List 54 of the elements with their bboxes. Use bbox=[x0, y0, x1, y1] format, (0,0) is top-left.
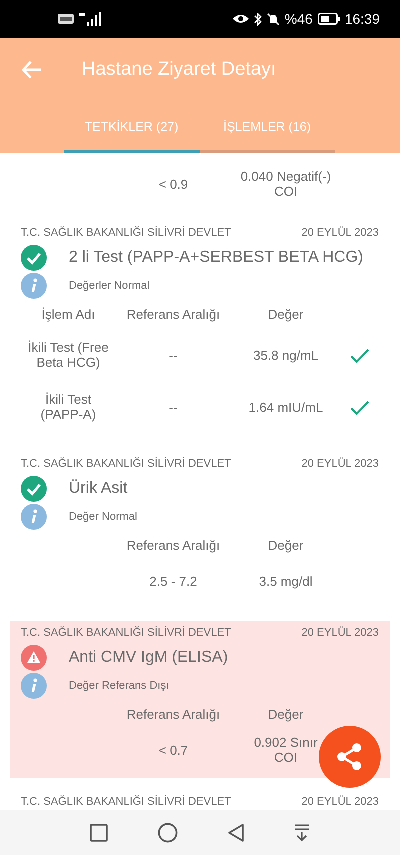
clock: 16:39 bbox=[344, 11, 380, 27]
tab[interactable]: İŞLEMLER (16) bbox=[200, 112, 335, 153]
column-header: Değer bbox=[267, 308, 305, 322]
test-item-name: İkili Test (Free Beta HCG) bbox=[27, 341, 110, 371]
column-header: Değer bbox=[267, 708, 305, 722]
reference-value: 2.5 - 7.2 bbox=[148, 574, 198, 590]
status-note: Değer Referans Dışı bbox=[69, 680, 170, 692]
share-icon bbox=[337, 743, 363, 771]
info-icon bbox=[21, 504, 47, 530]
reference-value: -- bbox=[168, 348, 179, 364]
warning-icon bbox=[21, 645, 47, 671]
recents-icon[interactable] bbox=[90, 824, 108, 842]
info-icon bbox=[21, 673, 47, 699]
reference-value: -- bbox=[168, 400, 179, 416]
result-date: 20 EYLÜL 2023 bbox=[302, 796, 379, 808]
tab[interactable]: TETKİKLER (27) bbox=[64, 112, 200, 153]
reference-value: < 0.9 bbox=[158, 178, 190, 192]
back-icon[interactable] bbox=[228, 824, 244, 842]
screen-title: Hastane Ziyaret Detayı bbox=[82, 59, 276, 81]
check-circle-icon bbox=[21, 245, 47, 271]
bluetooth-icon bbox=[254, 12, 262, 26]
column-header: İşlem Adı bbox=[40, 308, 96, 322]
battery-icon bbox=[318, 13, 340, 25]
eye-icon bbox=[232, 14, 249, 24]
status-note: Değer Normal bbox=[69, 511, 138, 523]
home-icon[interactable] bbox=[158, 822, 178, 842]
hospital-name: T.C. SAĞLIK BAKANLIĞI SİLİVRİ DEVLET bbox=[21, 227, 232, 239]
hospital-name: T.C. SAĞLIK BAKANLIĞI SİLİVRİ DEVLET bbox=[21, 627, 232, 639]
result-value: 1.64 mIU/mL bbox=[248, 400, 324, 416]
test-name: Anti CMV IgM (ELISA) bbox=[69, 649, 228, 667]
result-value: 0.902 Sınır COI bbox=[254, 736, 318, 766]
column-header: Referans Aralığı bbox=[126, 708, 222, 722]
check-circle-icon bbox=[21, 476, 47, 502]
result-date: 20 EYLÜL 2023 bbox=[302, 458, 379, 470]
test-item-name: İkili Test (PAPP-A) bbox=[40, 393, 98, 423]
status-note: Değerler Normal bbox=[69, 280, 150, 292]
result-date: 20 EYLÜL 2023 bbox=[302, 627, 379, 639]
test-name: 2 li Test (PAPP-A+SERBEST BETA HCG) bbox=[69, 249, 364, 267]
notification-pull-icon[interactable] bbox=[294, 824, 310, 842]
result-value: 3.5 mg/dl bbox=[259, 574, 313, 590]
muted-bell-icon bbox=[266, 12, 280, 26]
result-value: 0.040 Negatif(-) COI bbox=[240, 170, 332, 200]
result-value: 35.8 ng/mL bbox=[253, 348, 319, 364]
column-header: Referans Aralığı bbox=[126, 538, 222, 554]
column-header: Referans Aralığı bbox=[126, 308, 222, 322]
test-name: Ürik Asit bbox=[69, 480, 128, 498]
hospital-name: T.C. SAĞLIK BAKANLIĞI SİLİVRİ DEVLET bbox=[21, 458, 232, 470]
info-icon bbox=[21, 273, 47, 299]
reference-value: < 0.7 bbox=[158, 744, 190, 758]
hospital-name: T.C. SAĞLIK BAKANLIĞI SİLİVRİ DEVLET bbox=[21, 796, 232, 808]
column-header: Değer bbox=[267, 538, 305, 554]
battery-percent: %46 bbox=[284, 11, 313, 27]
result-date: 20 EYLÜL 2023 bbox=[302, 227, 379, 239]
signal-icon bbox=[79, 12, 101, 26]
